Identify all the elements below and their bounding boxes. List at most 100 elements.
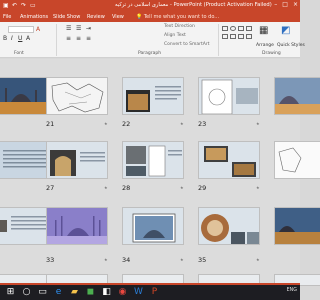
transition-star-icon: ★ <box>104 121 108 126</box>
font-color-icon[interactable]: A <box>26 36 30 42</box>
system-tray[interactable]: ENG <box>287 288 297 293</box>
app-icon[interactable]: ◧ <box>101 287 112 298</box>
rectangle-shape-icon[interactable] <box>222 26 228 31</box>
slide-thumbnail[interactable] <box>274 77 320 115</box>
slide-thumbnail[interactable] <box>198 141 260 179</box>
quick-styles-icon[interactable]: ◩ <box>281 26 290 36</box>
tab-review[interactable]: Review <box>87 14 105 20</box>
title-bar: ▣ ↶ ↷ ▭ معماری اسلامی در ترکیه - PowerPo… <box>0 0 300 12</box>
redo-icon[interactable]: ↷ <box>21 3 27 9</box>
edge-icon[interactable]: e <box>53 287 64 298</box>
tell-me-box[interactable]: 💡 Tell me what you want to do... <box>136 14 219 20</box>
callout-shape-icon[interactable] <box>246 34 252 39</box>
word-icon[interactable]: W <box>133 287 144 298</box>
triangle-shape-icon[interactable] <box>238 26 244 31</box>
taskbar: ⊞ ○ ▭ e ▰ ◼ ◧ ◉ W P ENG <box>0 285 300 300</box>
present-icon[interactable]: ▭ <box>30 3 36 9</box>
slide-number: 34 <box>122 256 131 264</box>
slide-thumbnail[interactable] <box>122 141 184 179</box>
undo-icon[interactable]: ↶ <box>12 3 18 9</box>
mosque-image-icon <box>275 208 320 244</box>
window-controls: – □ × <box>274 1 298 8</box>
slide-preview-icon <box>123 78 183 114</box>
task-view-icon[interactable]: ▭ <box>37 287 48 298</box>
align-right-icon[interactable]: ≡ <box>86 36 91 42</box>
store-icon[interactable]: ◼ <box>85 287 96 298</box>
ribbon-tabs: File Animations Slide Show Review View 💡… <box>0 12 300 22</box>
slide-preview-icon <box>123 208 183 244</box>
underline-icon[interactable]: U <box>18 36 22 42</box>
minimize-icon[interactable]: – <box>274 1 277 8</box>
italic-icon[interactable]: I <box>11 36 13 42</box>
font-size-box[interactable] <box>8 26 34 33</box>
tell-me-text: Tell me what you want to do... <box>143 14 220 20</box>
tab-file[interactable]: File <box>3 14 11 20</box>
powerpoint-icon[interactable]: P <box>149 287 160 298</box>
font-group-label: Font <box>14 51 24 56</box>
slide-number: 33 <box>46 256 55 264</box>
slide-thumbnail[interactable] <box>122 207 184 245</box>
drawing-group-label: Drawing <box>262 51 281 56</box>
start-icon[interactable]: ⊞ <box>5 287 16 298</box>
lightbulb-icon: 💡 <box>136 14 143 20</box>
font-menu-icon[interactable]: A <box>36 27 40 33</box>
bullets-icon[interactable]: ☰ <box>66 26 71 32</box>
file-explorer-icon[interactable]: ▰ <box>69 287 80 298</box>
arrow-shape-icon[interactable] <box>246 26 252 31</box>
slide-number: 28 <box>122 184 131 192</box>
close-icon[interactable]: × <box>293 1 298 8</box>
transition-star-icon: ★ <box>256 185 260 190</box>
slide-thumbnail[interactable] <box>46 141 108 179</box>
line-shape-icon[interactable] <box>222 34 228 39</box>
convert-smartart-button[interactable]: Convert to SmartArt <box>164 42 209 47</box>
tab-animations[interactable]: Animations <box>20 14 48 20</box>
slide-thumbnail[interactable] <box>46 207 108 245</box>
slide-number: 29 <box>198 184 207 192</box>
transition-star-icon: ★ <box>104 185 108 190</box>
arrange-button[interactable]: Arrange <box>256 43 274 48</box>
tab-view[interactable]: View <box>112 14 124 20</box>
slide-thumbnail[interactable] <box>274 141 320 179</box>
indent-icon[interactable]: ⇥ <box>86 26 91 32</box>
paragraph-group-label: Paragraph <box>138 51 162 56</box>
chrome-icon[interactable]: ◉ <box>117 287 128 298</box>
slide-number: 22 <box>122 120 131 128</box>
align-text-button[interactable]: Align Text <box>164 33 186 38</box>
ribbon-separator <box>56 24 57 56</box>
slide-thumbnail[interactable] <box>46 77 108 115</box>
slide-thumbnail[interactable] <box>274 207 320 245</box>
map-image-icon <box>47 78 107 114</box>
quick-styles-button[interactable]: Quick Styles <box>277 43 305 48</box>
bold-icon[interactable]: B <box>3 36 7 42</box>
slide-number: 21 <box>46 120 55 128</box>
align-center-icon[interactable]: ≡ <box>76 36 81 42</box>
transition-star-icon: ★ <box>256 121 260 126</box>
quick-access-toolbar: ▣ ↶ ↷ ▭ <box>3 3 36 9</box>
mosque-image-icon <box>275 78 320 114</box>
ribbon-separator <box>218 24 219 56</box>
slide-thumbnail[interactable] <box>198 77 260 115</box>
transition-star-icon: ★ <box>180 185 184 190</box>
language-indicator[interactable]: ENG <box>287 288 297 293</box>
save-icon[interactable]: ▣ <box>3 3 9 9</box>
transition-star-icon: ★ <box>180 257 184 262</box>
star-shape-icon[interactable] <box>230 34 236 39</box>
slide-preview-icon <box>199 208 259 244</box>
brace-shape-icon[interactable] <box>238 34 244 39</box>
transition-star-icon: ★ <box>256 257 260 262</box>
search-icon[interactable]: ○ <box>21 287 32 298</box>
slide-thumbnail[interactable] <box>122 77 184 115</box>
text-direction-button[interactable]: Text Direction <box>164 24 195 29</box>
arrange-icon[interactable]: ▦ <box>259 26 268 36</box>
numbering-icon[interactable]: ☰ <box>76 26 81 32</box>
slide-preview-icon <box>47 142 107 178</box>
slide-thumbnail[interactable] <box>198 207 260 245</box>
plan-image-icon <box>199 78 259 114</box>
align-left-icon[interactable]: ≡ <box>66 36 71 42</box>
tab-slide-show[interactable]: Slide Show <box>53 14 80 20</box>
slide-number: 23 <box>198 120 207 128</box>
slide-number: 35 <box>198 256 207 264</box>
restore-icon[interactable]: □ <box>282 1 288 8</box>
oval-shape-icon[interactable] <box>230 26 236 31</box>
map-image-icon <box>275 142 320 178</box>
